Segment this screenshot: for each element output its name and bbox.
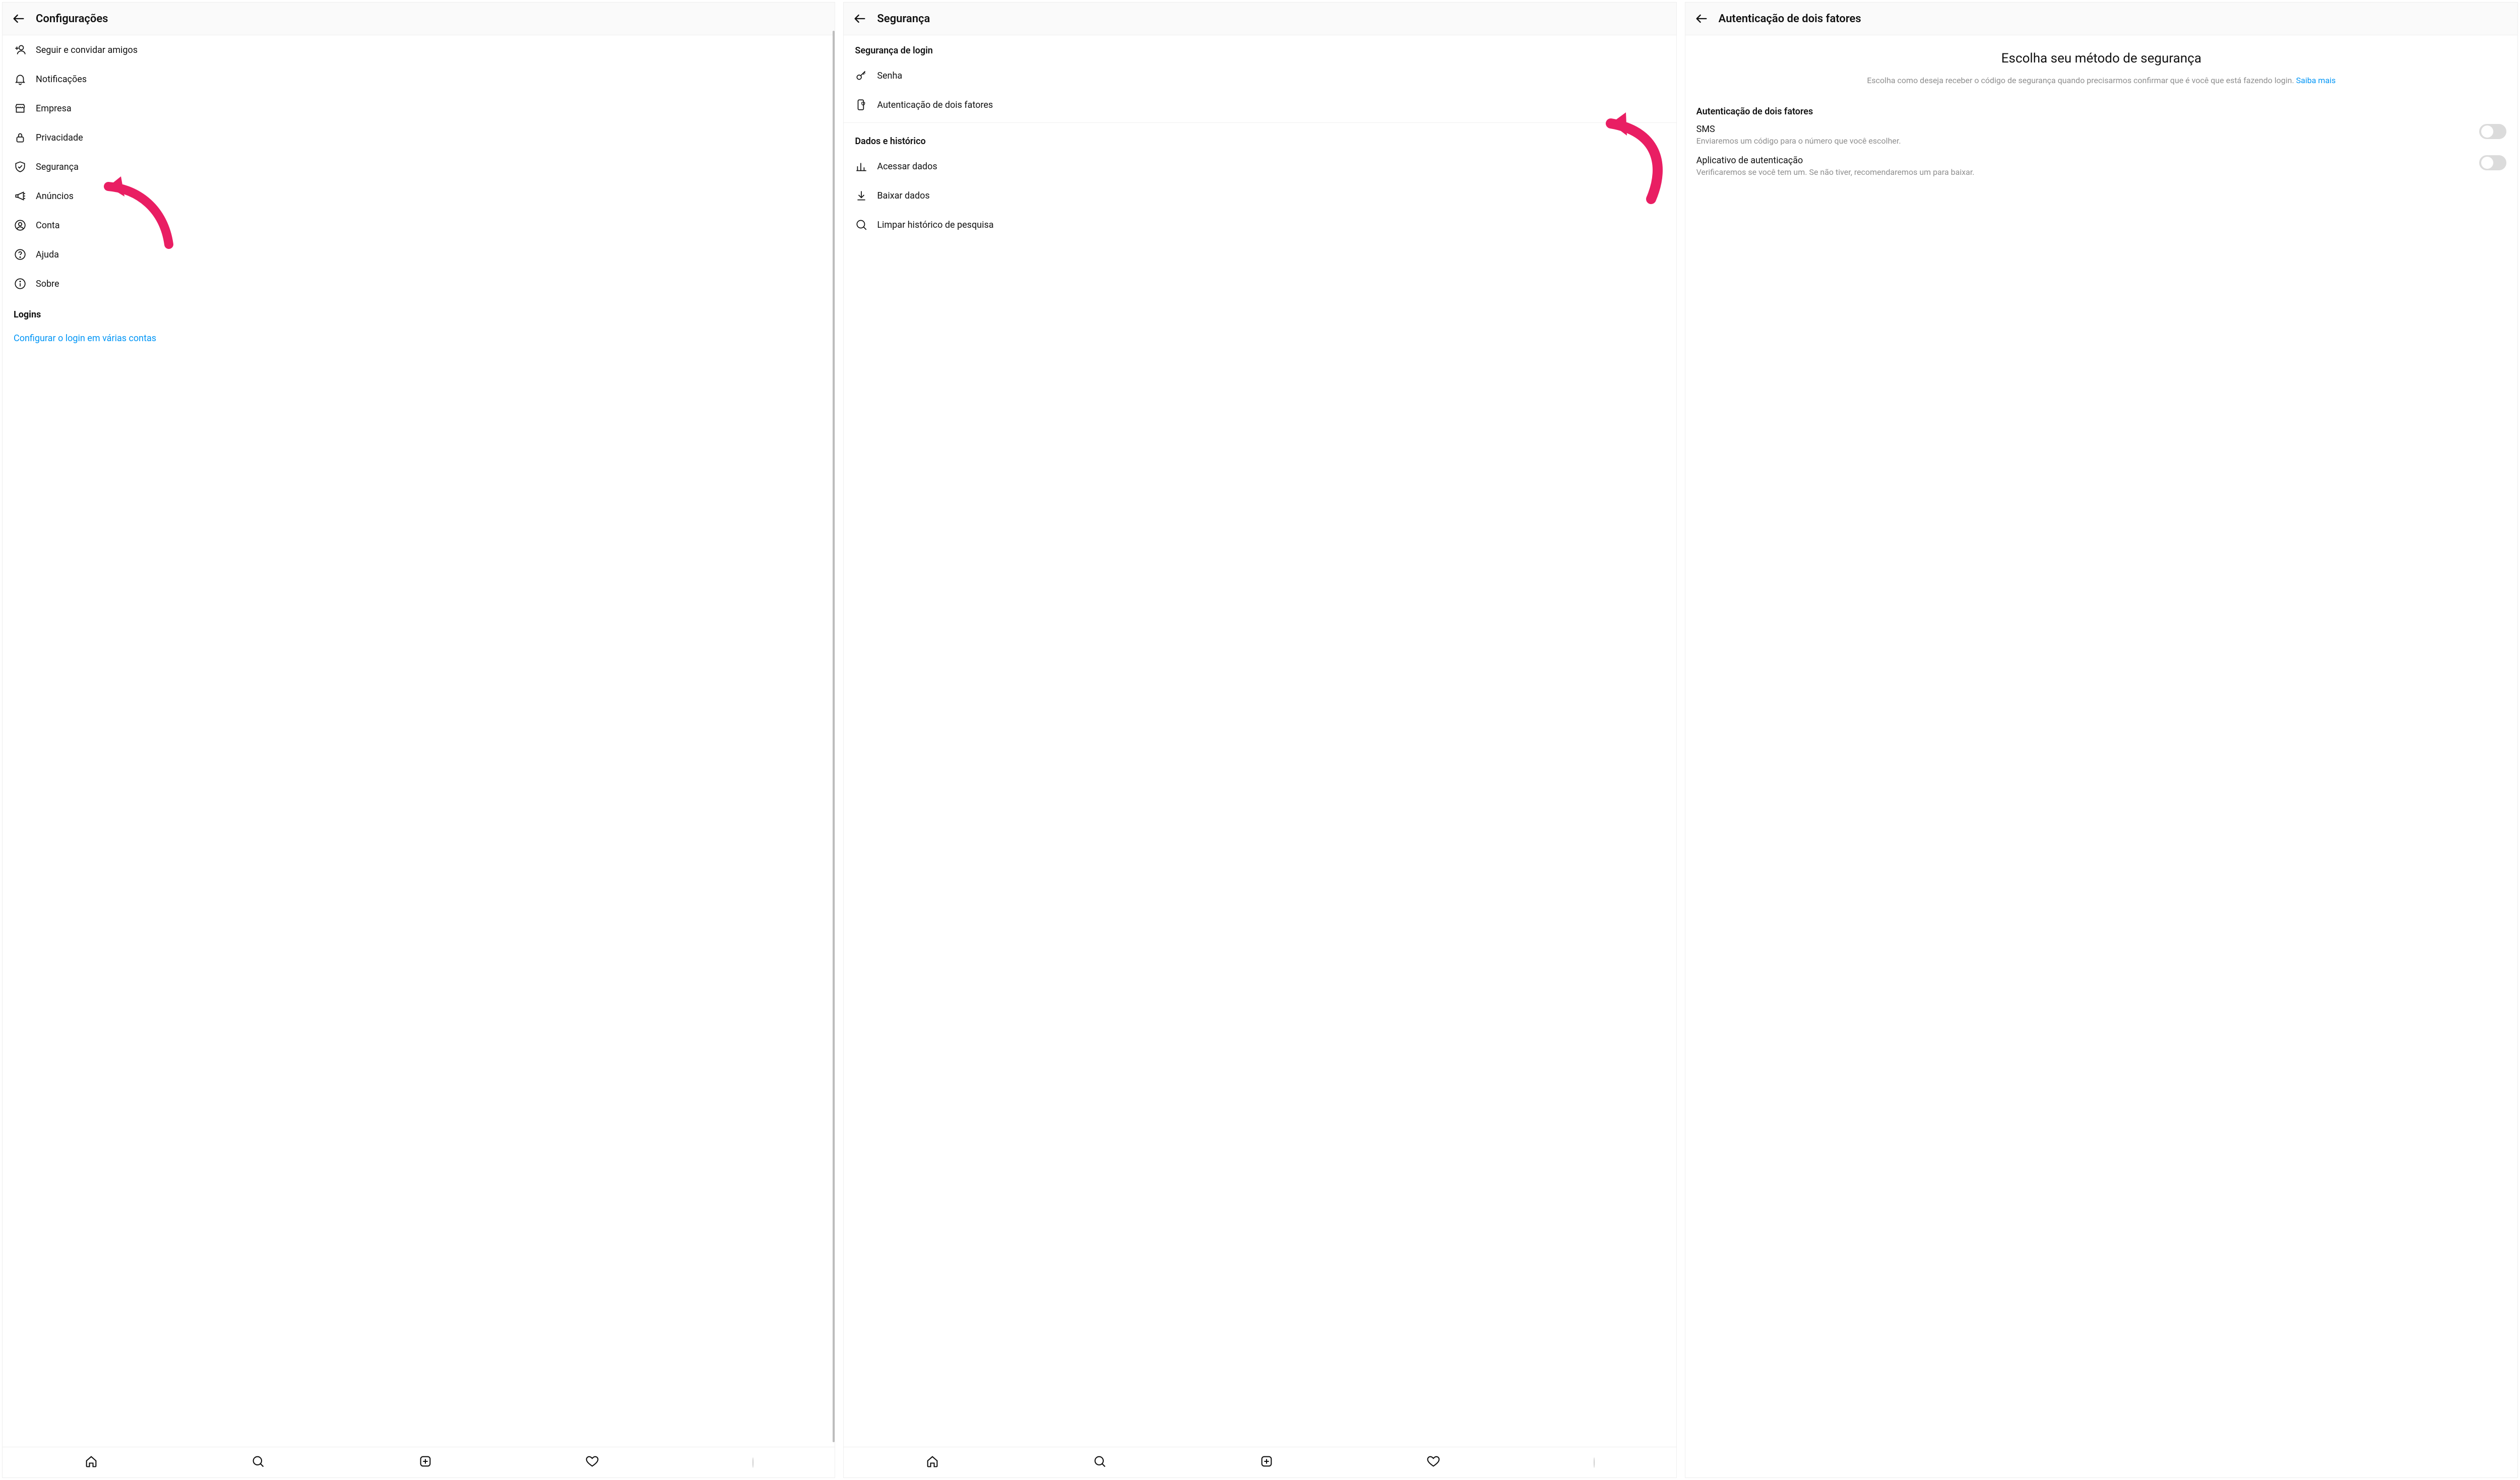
settings-item-ads[interactable]: Anúncios: [3, 181, 835, 211]
item-label: Anúncios: [36, 191, 74, 202]
security-list: Segurança de login Senha Autenticação de…: [844, 35, 1676, 1447]
learn-more-link[interactable]: Saiba mais: [2296, 76, 2336, 85]
user-circle-icon: [14, 219, 27, 232]
item-label: Acessar dados: [877, 161, 937, 172]
security-item-clear-search[interactable]: Limpar histórico de pesquisa: [844, 210, 1676, 239]
security-item-password[interactable]: Senha: [844, 61, 1676, 90]
bottom-nav: [3, 1447, 835, 1477]
security-item-access-data[interactable]: Acessar dados: [844, 152, 1676, 181]
auth-app-toggle[interactable]: [2479, 155, 2506, 170]
nav-activity-icon[interactable]: [585, 1454, 599, 1470]
lock-icon: [14, 131, 27, 144]
nav-home-icon[interactable]: [925, 1454, 939, 1470]
screen-two-factor: Autenticação de dois fatores Escolha seu…: [1685, 2, 2518, 1478]
page-title: Configurações: [36, 13, 108, 25]
header: Autenticação de dois fatores: [1685, 3, 2517, 35]
section-data-history: Dados e histórico: [844, 126, 1676, 152]
multi-account-login-link[interactable]: Configurar o login em várias contas: [3, 324, 835, 344]
header: Configurações: [3, 3, 835, 35]
logins-heading: Logins: [3, 298, 835, 324]
option-title: Aplicativo de autenticação: [1696, 155, 2469, 166]
item-label: Sobre: [36, 279, 59, 289]
security-item-two-factor[interactable]: Autenticação de dois fatores: [844, 90, 1676, 119]
bar-chart-icon: [855, 160, 868, 173]
item-label: Seguir e convidar amigos: [36, 45, 138, 55]
two-factor-option-auth-app: Aplicativo de autenticação Verificaremos…: [1696, 155, 2506, 178]
download-icon: [855, 189, 868, 202]
info-icon: [14, 277, 27, 290]
screen-security: Segurança Segurança de login Senha Auten…: [843, 2, 1676, 1478]
page-title: Autenticação de dois fatores: [1719, 13, 1861, 25]
option-title: SMS: [1696, 124, 2469, 135]
settings-item-follow-invite[interactable]: Seguir e convidar amigos: [3, 35, 835, 65]
header: Segurança: [844, 3, 1676, 35]
phone-shield-icon: [855, 98, 868, 111]
nav-home-icon[interactable]: [84, 1454, 98, 1470]
nav-activity-icon[interactable]: [1426, 1454, 1440, 1470]
security-item-download-data[interactable]: Baixar dados: [844, 181, 1676, 210]
sms-toggle[interactable]: [2479, 124, 2506, 139]
two-factor-headline: Escolha seu método de segurança: [1696, 50, 2506, 67]
item-label: Privacidade: [36, 133, 83, 143]
settings-list: Seguir e convidar amigos Notificações Em…: [3, 35, 835, 1447]
nav-new-post-icon[interactable]: [418, 1454, 432, 1470]
option-description: Enviaremos um código para o número que v…: [1696, 136, 2469, 147]
section-login-security: Segurança de login: [844, 35, 1676, 61]
back-arrow-icon[interactable]: [12, 12, 26, 26]
nav-profile-avatar[interactable]: [752, 1458, 753, 1467]
item-label: Baixar dados: [877, 190, 929, 201]
nav-new-post-icon[interactable]: [1259, 1454, 1274, 1470]
back-arrow-icon[interactable]: [1694, 12, 1709, 26]
divider: [844, 122, 1676, 123]
item-label: Segurança: [36, 162, 79, 172]
nav-search-icon[interactable]: [1093, 1454, 1107, 1470]
storefront-icon: [14, 102, 27, 115]
back-arrow-icon[interactable]: [853, 12, 867, 26]
add-person-icon: [14, 43, 27, 56]
settings-item-security[interactable]: Segurança: [3, 152, 835, 181]
bottom-nav: [844, 1447, 1676, 1477]
bell-icon: [14, 73, 27, 86]
settings-item-about[interactable]: Sobre: [3, 269, 835, 298]
two-factor-description: Escolha como deseja receber o código de …: [1696, 75, 2506, 86]
scrollbar-indicator[interactable]: [833, 31, 835, 1442]
help-icon: [14, 248, 27, 261]
settings-item-help[interactable]: Ajuda: [3, 240, 835, 269]
nav-profile-avatar[interactable]: [1594, 1458, 1595, 1467]
item-label: Empresa: [36, 103, 72, 114]
item-label: Senha: [877, 71, 902, 81]
screen-settings: Configurações Seguir e convidar amigos N…: [2, 2, 835, 1478]
option-description: Verificaremos se você tem um. Se não tiv…: [1696, 167, 2469, 178]
settings-item-notifications[interactable]: Notificações: [3, 65, 835, 94]
two-factor-body: Escolha seu método de segurança Escolha …: [1685, 35, 2517, 1477]
item-label: Limpar histórico de pesquisa: [877, 220, 993, 230]
settings-item-business[interactable]: Empresa: [3, 94, 835, 123]
item-label: Autenticação de dois fatores: [877, 100, 993, 110]
item-label: Ajuda: [36, 249, 59, 260]
page-title: Segurança: [877, 13, 930, 25]
item-label: Notificações: [36, 74, 87, 85]
item-label: Conta: [36, 220, 60, 231]
two-factor-subheading: Autenticação de dois fatores: [1696, 106, 2506, 117]
nav-search-icon[interactable]: [251, 1454, 265, 1470]
settings-item-privacy[interactable]: Privacidade: [3, 123, 835, 152]
two-factor-description-text: Escolha como deseja receber o código de …: [1867, 76, 2294, 85]
settings-item-account[interactable]: Conta: [3, 211, 835, 240]
key-icon: [855, 69, 868, 82]
shield-check-icon: [14, 160, 27, 173]
two-factor-option-sms: SMS Enviaremos um código para o número q…: [1696, 124, 2506, 147]
search-icon: [855, 218, 868, 231]
megaphone-icon: [14, 189, 27, 203]
